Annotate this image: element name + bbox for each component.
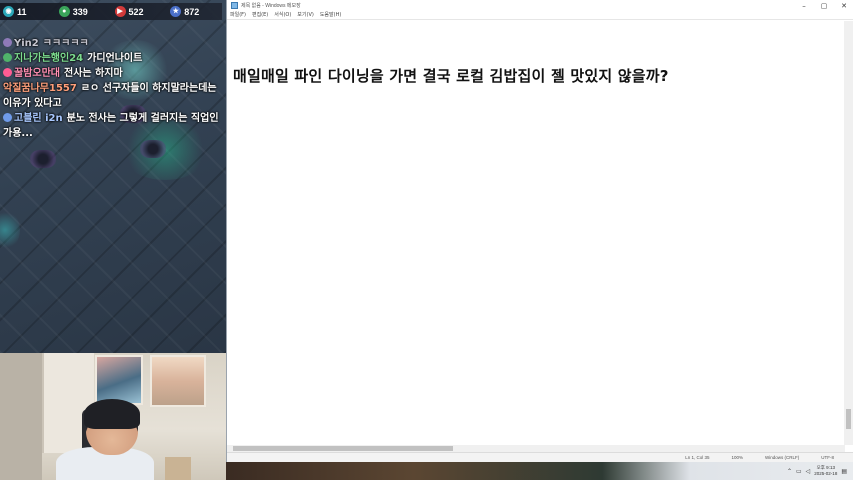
horizontal-scrollbar[interactable] [227, 445, 845, 452]
clock[interactable]: 오후 9:13 2025-02-18 [814, 465, 837, 477]
follower-icon: ● [58, 6, 70, 17]
heart-badge-icon [3, 68, 12, 77]
chevron-up-icon[interactable]: ⌃ [787, 468, 792, 475]
scroll-thumb[interactable] [846, 409, 851, 429]
stat-value: 339 [72, 6, 88, 17]
chat-nick: 고블린 i2n [14, 113, 63, 124]
notepad-icon [231, 2, 238, 9]
chat-message: 악질꿈나무1557 ㄹㅇ 선구자들이 하지말라는데는 이유가 있다고 [3, 81, 225, 111]
maximize-icon[interactable]: ▢ [814, 0, 834, 11]
game-view: ◉ 11 ● 339 ▶ 522 ★ 872 Yin2 ㅋㅋㅋㅋㅋ 지나가는행인2… [0, 0, 226, 353]
close-icon[interactable]: ✕ [834, 0, 853, 11]
notepad-window: 제목 없음 - Windows 메모장 – ▢ ✕ 파일(F) 편집(E) 서식… [226, 0, 853, 462]
encoding: UTF-8 [821, 455, 834, 460]
webcam-person-hair [84, 399, 140, 429]
game-unit [30, 150, 56, 168]
cursor-position: Ln 1, Col 35 [685, 455, 710, 460]
zoom-level: 100% [731, 455, 743, 460]
chat-message: Yin2 ㅋㅋㅋㅋㅋ [3, 36, 225, 51]
chat-text: ㅋㅋㅋㅋㅋ [42, 38, 89, 49]
window-title: 제목 없음 - Windows 메모장 [241, 3, 301, 9]
document-text[interactable]: 매일매일 파인 다이닝을 가면 결국 로컬 김밥집이 젤 맛있지 않을까? [233, 65, 669, 86]
stat-subscribers: ★ 872 [170, 5, 222, 19]
webcam-shelf [165, 457, 191, 480]
menu-view[interactable]: 보기(V) [297, 11, 314, 19]
stream-stat-bar: ◉ 11 ● 339 ▶ 522 ★ 872 [0, 3, 222, 20]
chat-text: 전사는 하지마 [64, 68, 123, 79]
spell-effect [0, 210, 20, 250]
menu-format[interactable]: 서식(O) [274, 11, 291, 19]
notification-icon[interactable]: ▤ [841, 468, 847, 475]
viewer-icon: ◉ [3, 6, 14, 17]
window-controls: – ▢ ✕ [794, 0, 853, 11]
vertical-scrollbar[interactable] [844, 21, 853, 445]
chat-message: 꿀밤오만대 전사는 하지마 [3, 66, 225, 81]
menu-file[interactable]: 파일(F) [230, 11, 246, 19]
scroll-thumb[interactable] [233, 446, 453, 451]
minimize-icon[interactable]: – [794, 0, 814, 11]
stat-viewers: ◉ 11 [3, 5, 55, 19]
webcam-painting [95, 355, 143, 405]
webcam-feed [0, 353, 226, 480]
taskbar: ⌃ ▭ ◁ 오후 9:13 2025-02-18 ▤ [226, 462, 853, 480]
network-icon[interactable]: ▭ [796, 468, 802, 475]
menu-help[interactable]: 도움말(H) [320, 11, 341, 19]
title-bar[interactable]: 제목 없음 - Windows 메모장 – ▢ ✕ [227, 0, 853, 11]
stat-value: 11 [17, 6, 27, 17]
system-tray: ⌃ ▭ ◁ 오후 9:13 2025-02-18 ▤ [743, 462, 853, 480]
volume-icon[interactable]: ◁ [806, 468, 811, 475]
user-badge-icon [3, 113, 12, 122]
game-unit [140, 140, 166, 158]
chat-nick: Yin2 [14, 38, 39, 49]
text-editor[interactable]: 매일매일 파인 다이닝을 가면 결국 로컬 김밥집이 젤 맛있지 않을까? [227, 21, 844, 445]
line-ending: Windows (CRLF) [764, 455, 800, 460]
chat-text: 가디언나이트 [87, 53, 143, 64]
subscriber-icon: ★ [170, 6, 182, 17]
webcam-wall [0, 353, 42, 480]
chat-nick: 꿀밤오만대 [14, 68, 60, 79]
menu-edit[interactable]: 편집(E) [252, 11, 268, 19]
chat-overlay: Yin2 ㅋㅋㅋㅋㅋ 지나가는행인24 가디언나이트 꿀밤오만대 전사는 하지마 악질… [3, 36, 225, 141]
stat-value: 522 [128, 6, 144, 17]
youtube-icon: ▶ [114, 6, 126, 17]
chat-nick: 악질꿈나무1557 [3, 83, 77, 94]
stat-value: 872 [184, 6, 200, 17]
clock-date: 2025-02-18 [814, 471, 838, 476]
heart-badge-icon [3, 38, 12, 47]
chat-message: 지나가는행인24 가디언나이트 [3, 51, 225, 66]
user-badge-icon [3, 53, 12, 62]
chat-nick: 지나가는행인24 [14, 53, 84, 64]
menu-bar: 파일(F) 편집(E) 서식(O) 보기(V) 도움말(H) [227, 11, 853, 20]
status-bar: Ln 1, Col 35 100% Windows (CRLF) UTF-8 [227, 452, 853, 462]
stat-followers: ● 339 [58, 5, 111, 19]
chat-message: 고블린 i2n 분노 전사는 그렇게 걸러지는 직업인가용... [3, 111, 225, 141]
webcam-painting [150, 355, 206, 407]
stat-youtube: ▶ 522 [114, 5, 167, 19]
